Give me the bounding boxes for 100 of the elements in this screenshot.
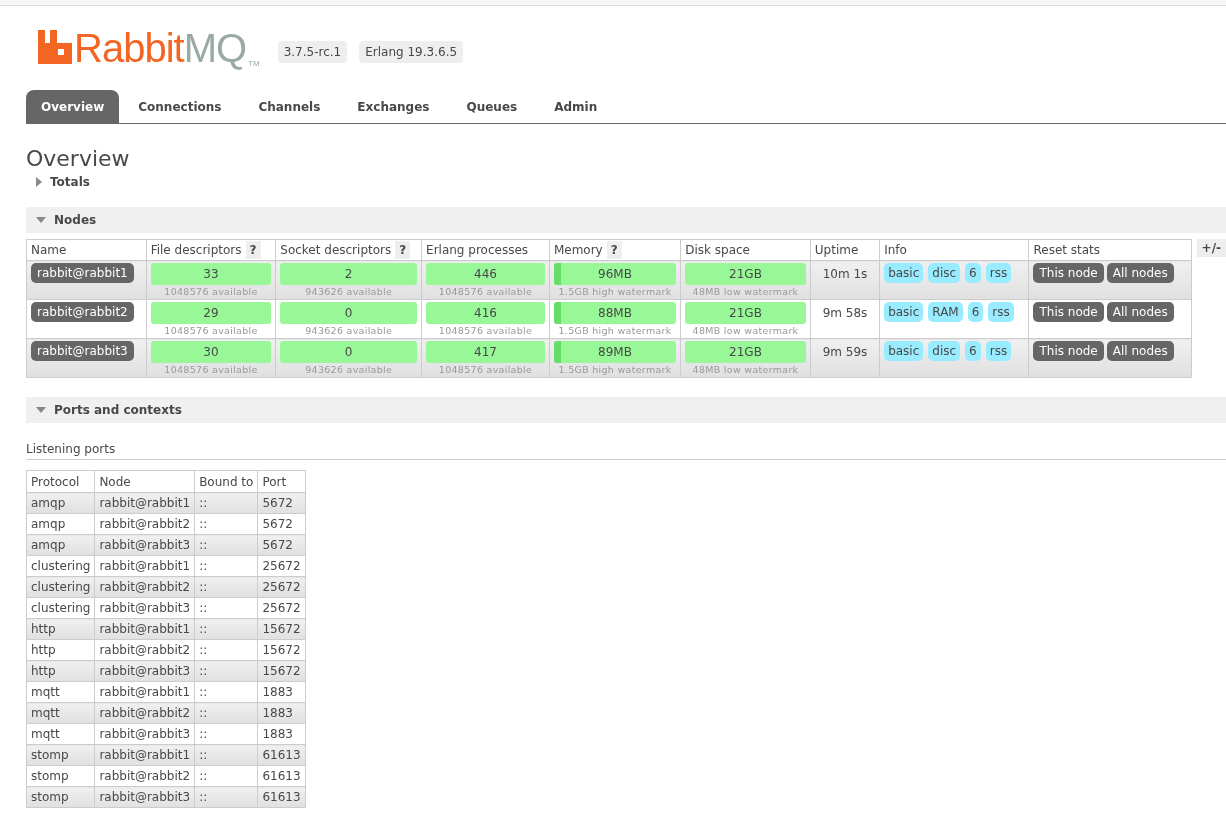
column-header: Erlang processes [421,239,550,261]
usage-note: 1.5GB high watermark [557,325,673,336]
page-title: Overview [26,146,131,171]
usage-bar: 0 [280,302,418,324]
version-badge: Erlang 19.3.6.5 [359,41,464,63]
usage-note: 1.5GB high watermark [557,364,673,375]
table-cell: stomp [26,765,95,787]
reset-button[interactable]: This node [1033,341,1104,361]
column-header: Port [257,470,306,493]
info-tag: basic [884,263,924,283]
usage-bar: 21GB [685,341,806,363]
usage-bar: 88MB [553,302,677,324]
nav-tab[interactable]: Channels [240,90,339,123]
table-cell: http [26,618,95,640]
usage-bar: 0 [280,341,418,363]
usage-bar: 21GB [685,302,806,324]
column-header: Protocol [26,470,95,493]
table-cell: http [26,660,95,682]
column-header: Reset stats [1028,239,1192,261]
section-toggle[interactable]: Ports and contexts [26,401,188,419]
table-cell: stomp [26,786,95,808]
info-tag: basic [884,302,924,322]
subsection-title: Listening ports [26,442,1226,460]
usage-note: 48MB low watermark [691,325,800,336]
table-cell: amqp [26,513,95,535]
info-tag: disc [928,341,961,361]
table-cell: mqtt [26,702,95,724]
nav-tab[interactable]: Admin [536,90,616,123]
info-tag: rss [985,341,1012,361]
usage-note: 943626 available [304,364,394,375]
table-cell: clustering [26,597,95,619]
usage-note: 1.5GB high watermark [557,286,673,297]
usage-bar: 417 [426,341,545,363]
usage-bar: 96MB [553,263,677,285]
info-tag: basic [884,341,924,361]
usage-note: 943626 available [304,325,394,336]
usage-note: 943626 available [304,286,394,297]
usage-bar: 89MB [553,341,677,363]
node-name-link[interactable]: rabbit@rabbit1 [31,263,134,283]
section-toggle[interactable]: Totals [26,173,96,191]
table-cell: amqp [26,534,95,556]
column-header: Socket descriptors ? [275,239,422,261]
column-header: Info [879,239,1029,261]
usage-bar: 30 [150,341,272,363]
column-header: Disk space [680,239,811,261]
reset-button[interactable]: All nodes [1106,263,1174,283]
section-toggle[interactable]: Nodes [26,211,103,229]
usage-bar: 446 [426,263,545,285]
uptime-text: 9m 59s [822,345,868,359]
usage-note: 48MB low watermark [691,364,800,375]
info-tag: disc [928,263,961,283]
table-cell: mqtt [26,681,95,703]
table-cell: clustering [26,555,95,577]
usage-bar: 29 [150,302,272,324]
usage-note: 1048576 available [163,364,259,375]
table-cell: clustering [26,576,95,598]
usage-note: 1048576 available [437,364,534,375]
column-header: Name [26,239,147,261]
info-tag: 6 [965,263,981,283]
uptime-text: 10m 1s [822,267,868,281]
usage-note: 1048576 available [163,325,259,336]
table-cell: mqtt [26,723,95,745]
table-cell: stomp [26,744,95,766]
nav-tab[interactable]: Overview [26,90,120,123]
nav-tab[interactable]: Exchanges [339,90,448,123]
help-button[interactable]: ? [245,241,261,259]
logo-icon [38,29,72,64]
column-header: Uptime [810,239,880,261]
help-button[interactable]: ? [606,241,622,259]
reset-button[interactable]: This node [1033,263,1104,283]
nav-tab[interactable]: Queues [448,90,536,123]
column-header: Bound to [194,470,258,493]
reset-button[interactable]: All nodes [1106,302,1174,322]
usage-note: 1048576 available [163,286,259,297]
usage-bar: 21GB [685,263,806,285]
usage-bar: 416 [426,302,545,324]
usage-note: 1048576 available [437,325,534,336]
nav-tab[interactable]: Connections [120,90,240,123]
version-badge: 3.7.5-rc.1 [277,41,348,63]
column-header: File descriptors ? [146,239,276,261]
table-cell: http [26,639,95,661]
info-tag: 6 [967,302,984,322]
info-tag: RAM [928,302,963,322]
node-name-link[interactable]: rabbit@rabbit3 [31,341,134,361]
column-toggle-button[interactable]: +/- [1196,239,1226,257]
usage-bar: 2 [280,263,418,285]
help-button[interactable]: ? [395,241,411,259]
usage-bar: 33 [150,263,272,285]
column-header: Memory ? [549,239,681,261]
usage-note: 1048576 available [437,286,534,297]
node-name-link[interactable]: rabbit@rabbit2 [31,302,134,322]
column-header: Node [94,470,195,493]
uptime-text: 9m 58s [822,306,868,320]
reset-button[interactable]: This node [1033,302,1104,322]
info-tag: rss [988,302,1014,322]
table-cell: amqp [26,492,95,514]
reset-button[interactable]: All nodes [1106,341,1174,361]
info-tag: rss [985,263,1012,283]
info-tag: 6 [965,341,981,361]
usage-note: 48MB low watermark [691,286,800,297]
